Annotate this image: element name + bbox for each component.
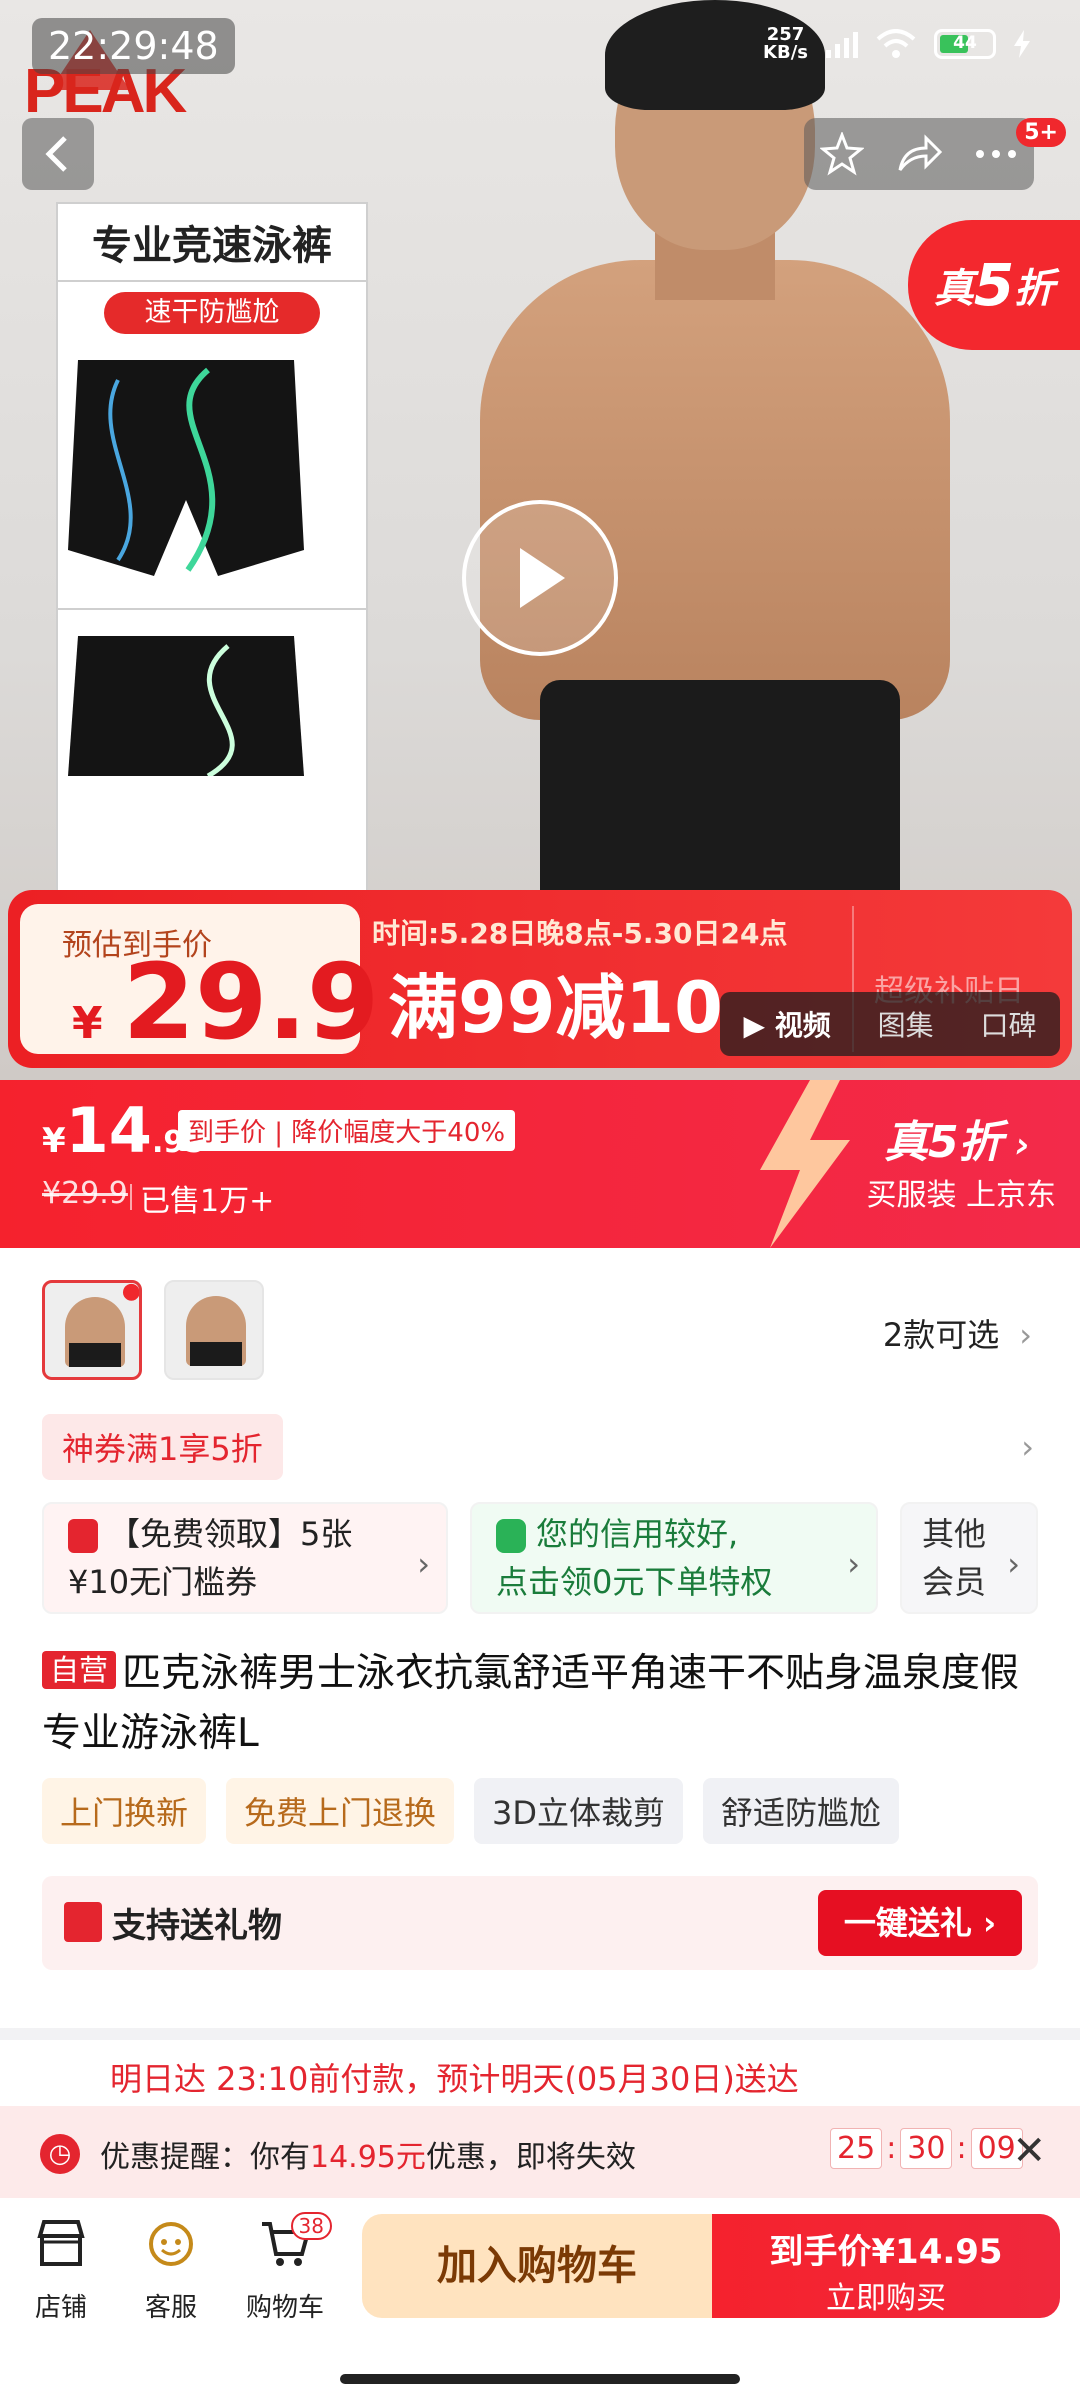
variant-thumbnails: ● bbox=[42, 1280, 264, 1380]
buy-now-button[interactable]: 到手价¥14.95 立即购买 bbox=[712, 2214, 1060, 2318]
discount-sublabel: 买服装 上京东 bbox=[866, 1178, 1056, 1213]
chevron-right-icon: › bbox=[1007, 1545, 1020, 1583]
product-title: 自营 匹克泳裤男士泳衣抗氯舒适平角速干不贴身温泉度假专业游泳裤L bbox=[42, 1651, 1020, 1756]
variant-thumb-2[interactable] bbox=[164, 1280, 264, 1380]
price-tag: 到手价 | 降价幅度大于40% bbox=[178, 1110, 516, 1151]
chevron-right-icon: › bbox=[417, 1545, 430, 1583]
benefit-cards: 【免费领取】5张 ¥10无门槛券 › 您的信用较好, 点击领0元下单特权 › 其… bbox=[42, 1502, 1038, 1614]
tab-video[interactable]: ▶ 视频 bbox=[743, 1004, 830, 1044]
top-actions bbox=[804, 118, 1034, 190]
status-bar: 22:29:48 257 KB/s 44 bbox=[0, 18, 1080, 78]
bottom-action-bar: 店铺 客服 购物车 38 加入购物车 到手价¥14.95 立即购买 bbox=[0, 2198, 1080, 2400]
discount-flag: 真5折 bbox=[908, 220, 1080, 350]
promo-headline: 满99减10 bbox=[388, 967, 723, 1049]
play-icon bbox=[520, 548, 565, 608]
message-badge: 5+ bbox=[1016, 118, 1066, 147]
service-tag[interactable]: 上门换新 bbox=[42, 1778, 207, 1844]
gift-icon bbox=[64, 1902, 102, 1942]
service-tags: 上门换新 免费上门退换 3D立体裁剪 舒适防尴尬 bbox=[42, 1778, 900, 1844]
gift-label: 支持送礼物 bbox=[112, 1906, 282, 1946]
chevron-right-icon: › bbox=[847, 1545, 860, 1583]
media-tabs: ▶ 视频 图集 口碑 bbox=[720, 992, 1060, 1056]
tab-reviews[interactable]: 口碑 bbox=[981, 1004, 1037, 1044]
star-icon[interactable] bbox=[820, 132, 864, 176]
product-card-title: 专业竞速泳裤 bbox=[58, 204, 366, 282]
coupon-label: 神券满1享5折 bbox=[42, 1414, 283, 1480]
swim-shorts-front-image bbox=[68, 360, 304, 576]
other-membership-card[interactable]: 其他 会员 › bbox=[900, 1502, 1038, 1614]
fire-icon: ● bbox=[121, 1280, 141, 1304]
chevron-left-icon bbox=[45, 136, 67, 172]
variant-thumb-1[interactable]: ● bbox=[42, 1280, 142, 1380]
free-coupon-card[interactable]: 【免费领取】5张 ¥10无门槛券 › bbox=[42, 1502, 448, 1614]
cart-button[interactable]: 购物车 38 bbox=[230, 2212, 340, 2324]
customer-service-icon bbox=[149, 2222, 193, 2266]
cart-count-badge: 38 bbox=[290, 2212, 332, 2240]
signal-icon bbox=[826, 30, 858, 58]
original-price: ¥29.9 bbox=[42, 1176, 128, 1211]
estimated-price-box: 预估到手价 ¥29.9 bbox=[20, 904, 379, 1054]
clock-icon: ◷ bbox=[40, 2134, 80, 2174]
variant-selector[interactable]: 2款可选 › bbox=[883, 1310, 1032, 1356]
charging-icon bbox=[1014, 30, 1030, 58]
price-bar: ¥14.95 到手价 | 降价幅度大于40% ¥29.9 已售1万+ 真5折 ›… bbox=[0, 1080, 1080, 1248]
lightning-icon bbox=[760, 1080, 850, 1248]
network-speed: 257 KB/s bbox=[763, 24, 808, 63]
chevron-right-icon: › bbox=[1021, 1428, 1034, 1466]
play-video-button[interactable] bbox=[462, 500, 618, 656]
customer-service-button[interactable]: 客服 bbox=[116, 2218, 226, 2324]
wifi-icon bbox=[876, 29, 916, 58]
coupon-icon bbox=[68, 1519, 98, 1553]
estimated-price: ¥29.9 bbox=[72, 941, 380, 1063]
feature-tag[interactable]: 舒适防尴尬 bbox=[703, 1778, 900, 1844]
shop-icon bbox=[37, 2220, 85, 2266]
countdown-timer: 25:30:09 bbox=[830, 2128, 1023, 2169]
back-button[interactable] bbox=[22, 118, 94, 190]
product-info: ● 2款可选 › 神券满1享5折 › 【免费领取】5张 ¥10无门槛券 › 您的信… bbox=[0, 1248, 1080, 2028]
discount-label[interactable]: 真5折 › bbox=[884, 1106, 1030, 1170]
delivery-info[interactable]: 明日达 23:10前付款，预计明天(05月30日)送达 bbox=[0, 2040, 1080, 2106]
product-hero-image[interactable]: PEAK 专业竞速泳裤 速干防尴尬 真5折 22:29:48 257KB/s bbox=[0, 0, 1080, 1080]
shop-button[interactable]: 店铺 bbox=[6, 2218, 116, 2324]
swim-shorts-back-image bbox=[68, 636, 304, 779]
home-indicator[interactable] bbox=[340, 2374, 740, 2384]
gift-row: 支持送礼物 一键送礼 › bbox=[42, 1876, 1038, 1970]
promo-time: 时间:5.28日晚8点-5.30日24点 bbox=[372, 917, 788, 950]
shield-icon bbox=[496, 1519, 526, 1553]
feature-tag[interactable]: 3D立体裁剪 bbox=[474, 1778, 684, 1844]
credit-privilege-card[interactable]: 您的信用较好, 点击领0元下单特权 › bbox=[470, 1502, 878, 1614]
product-detail-card: 专业竞速泳裤 速干防尴尬 bbox=[56, 202, 368, 902]
share-icon[interactable] bbox=[896, 134, 942, 174]
sold-count: 已售1万+ bbox=[140, 1184, 275, 1219]
coupon-row[interactable]: 神券满1享5折 › bbox=[42, 1414, 1038, 1480]
tab-gallery[interactable]: 图集 bbox=[878, 1004, 934, 1044]
send-gift-button[interactable]: 一键送礼 › bbox=[818, 1890, 1022, 1956]
chevron-right-icon: › bbox=[1019, 1316, 1032, 1354]
service-tag[interactable]: 免费上门退换 bbox=[226, 1778, 455, 1844]
add-to-cart-button[interactable]: 加入购物车 bbox=[362, 2214, 712, 2318]
close-icon[interactable]: ✕ bbox=[1012, 2128, 1046, 2174]
more-icon[interactable] bbox=[974, 148, 1018, 160]
self-operated-badge: 自营 bbox=[42, 1651, 117, 1689]
battery-icon: 44 bbox=[934, 29, 996, 59]
clock: 22:29:48 bbox=[32, 18, 235, 74]
reminder-text: 优惠提醒：你有14.95元优惠，即将失效 bbox=[100, 2140, 636, 2175]
discount-reminder: ◷ 优惠提醒：你有14.95元优惠，即将失效 25:30:09 ✕ bbox=[0, 2106, 1080, 2198]
product-card-tag: 速干防尴尬 bbox=[104, 292, 320, 334]
